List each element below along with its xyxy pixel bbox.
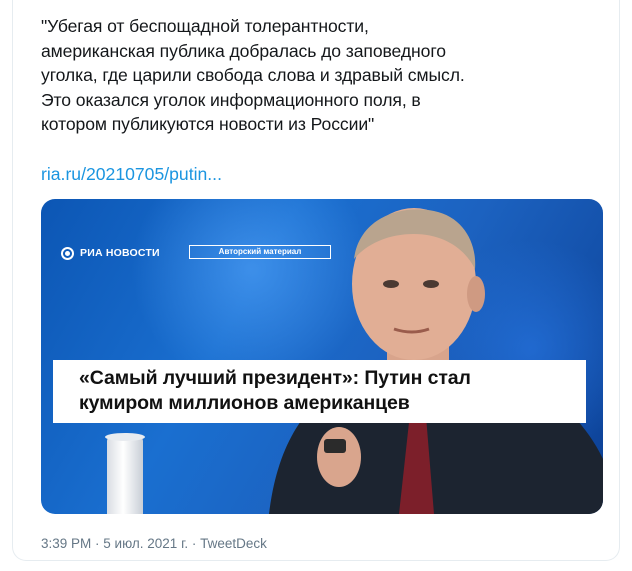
person-photo bbox=[269, 208, 603, 514]
link-preview-image[interactable]: РИА НОВОСТИ Авторский материал «Самый лу… bbox=[41, 199, 603, 514]
cup bbox=[105, 433, 145, 514]
ria-logo: РИА НОВОСТИ bbox=[61, 244, 160, 262]
article-link[interactable]: ria.ru/20210705/putin... bbox=[41, 162, 222, 186]
ria-logo-icon bbox=[61, 246, 74, 260]
article-headline: «Самый лучший президент»: Путин стал кум… bbox=[53, 360, 586, 423]
ria-logo-text: РИА НОВОСТИ bbox=[80, 247, 160, 259]
tweet-text: "Убегая от беспощадной толерантности, ам… bbox=[41, 16, 465, 135]
tweet-card: "Убегая от беспощадной толерантности, ам… bbox=[12, 0, 620, 561]
tweet-timestamp[interactable]: 3:39 PM · 5 июл. 2021 г. · TweetDeck bbox=[41, 535, 267, 553]
